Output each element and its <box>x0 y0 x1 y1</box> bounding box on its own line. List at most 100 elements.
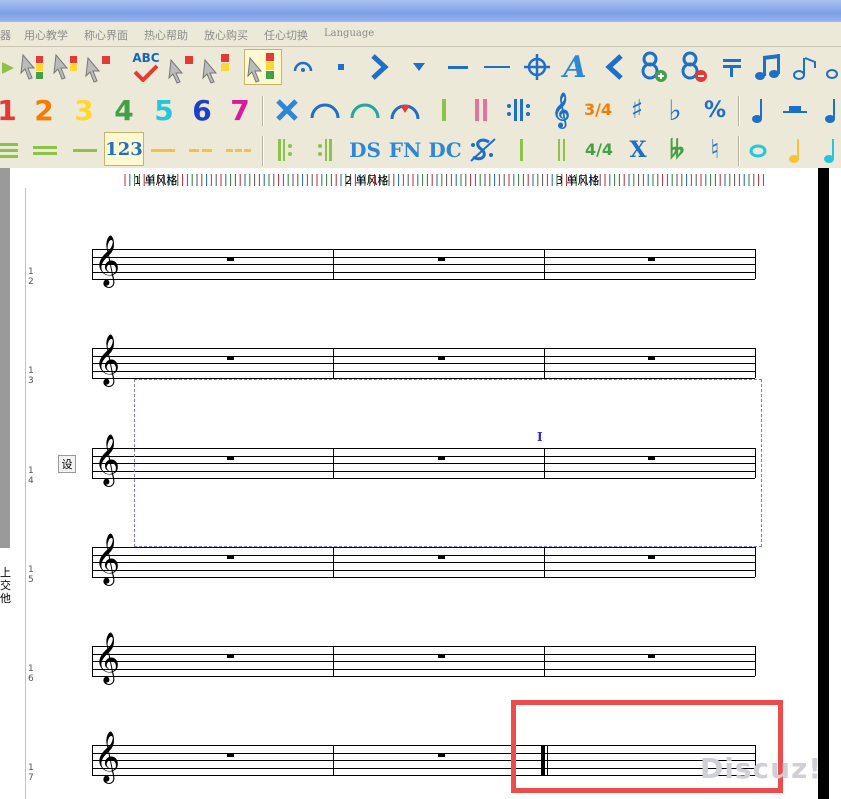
whole-rest[interactable] <box>438 753 445 757</box>
whole-rest[interactable] <box>438 654 445 658</box>
whole-rest[interactable] <box>227 753 234 757</box>
barline[interactable] <box>333 348 334 378</box>
flat-icon[interactable]: ♭ <box>660 90 690 130</box>
whole-rest[interactable] <box>648 555 655 559</box>
repeat-end-icon[interactable] <box>312 130 340 170</box>
menu-item-interface[interactable]: 称心界面 <box>84 27 128 43</box>
phrase-slur-icon[interactable] <box>388 90 422 130</box>
number-2-button[interactable]: 2 <box>30 90 58 130</box>
long-tenuto-icon[interactable] <box>482 47 512 87</box>
repeat-both-icon[interactable] <box>504 90 534 130</box>
whole-rest[interactable] <box>438 356 445 360</box>
barline[interactable] <box>333 249 334 279</box>
time-sig-4-4-button[interactable]: 4/4 <box>582 130 616 170</box>
thin-double-bar-icon[interactable] <box>552 130 572 170</box>
number-5-button[interactable]: 5 <box>150 90 178 130</box>
fn-button[interactable]: FN <box>388 130 422 170</box>
tenuto-icon[interactable] <box>444 47 472 87</box>
text-tool-icon[interactable]: A <box>558 47 592 87</box>
barline[interactable] <box>333 547 334 577</box>
tie-icon[interactable] <box>308 90 342 130</box>
barline[interactable] <box>92 547 93 577</box>
repeat-start-icon[interactable] <box>272 130 300 170</box>
percent-button[interactable]: % <box>698 90 732 130</box>
pointer-red-icon[interactable] <box>166 47 198 87</box>
barline[interactable] <box>92 745 93 775</box>
whole-rest[interactable] <box>438 257 445 261</box>
tremolo-icon[interactable] <box>718 47 746 87</box>
barline[interactable] <box>333 745 334 775</box>
eighth-note-icon[interactable] <box>822 90 841 130</box>
barline[interactable] <box>544 249 545 279</box>
barline[interactable] <box>333 646 334 676</box>
whole-rest[interactable] <box>227 555 234 559</box>
double-bar-icon[interactable] <box>470 90 494 130</box>
double-line-icon[interactable] <box>28 130 62 170</box>
number-6-button[interactable]: 6 <box>188 90 216 130</box>
set-button[interactable]: 设 <box>58 455 76 473</box>
whole-rest[interactable] <box>648 257 655 261</box>
barline[interactable] <box>755 249 756 279</box>
thin-bar-icon[interactable] <box>512 130 532 170</box>
delete-x-icon[interactable] <box>272 90 302 130</box>
selection-box[interactable] <box>134 379 762 547</box>
menu-item-purchase[interactable]: 放心购买 <box>204 27 248 43</box>
menu-item-tools[interactable]: 器 <box>0 27 11 43</box>
vertical-scrollbar[interactable] <box>829 168 841 799</box>
note-cyan-icon[interactable] <box>820 130 841 170</box>
slur-icon[interactable] <box>348 90 382 130</box>
barline[interactable] <box>92 348 93 378</box>
crescendo-left-icon[interactable] <box>600 47 630 87</box>
number-4-button[interactable]: 4 <box>110 90 138 130</box>
time-sig-3-4-button[interactable]: 3/4 <box>582 90 614 130</box>
note-partial-icon[interactable] <box>822 47 841 87</box>
ruler-measure-2[interactable]: 2 单风格 <box>345 172 389 188</box>
staccato-icon[interactable] <box>328 47 354 87</box>
dash-long-icon[interactable] <box>148 130 178 170</box>
whole-note-icon[interactable] <box>744 130 772 170</box>
barline[interactable] <box>755 547 756 577</box>
spellcheck-icon[interactable]: ABC <box>128 47 164 87</box>
dash-double-icon[interactable] <box>186 130 216 170</box>
ruler-measure-1[interactable]: 1 单风格 <box>134 172 178 188</box>
natural-icon[interactable]: ♮ <box>700 130 730 170</box>
triple-line-icon[interactable] <box>0 130 20 170</box>
whole-rest[interactable] <box>648 654 655 658</box>
barline[interactable] <box>544 348 545 378</box>
double-flat-icon[interactable]: 𝄫 <box>660 130 694 170</box>
number-1-button[interactable]: 1 <box>0 90 17 130</box>
menu-item-teaching[interactable]: 用心教学 <box>24 27 68 43</box>
pointer-yellow-icon[interactable] <box>200 47 236 87</box>
whole-rest[interactable] <box>227 654 234 658</box>
fermata-icon[interactable] <box>290 47 316 87</box>
sharp-icon[interactable]: ♯ <box>622 90 652 130</box>
single-line-icon[interactable] <box>68 130 102 170</box>
barline[interactable] <box>92 448 93 478</box>
half-rest-icon[interactable] <box>780 90 810 130</box>
note-color-tool-icon[interactable] <box>20 47 50 87</box>
add-note-icon[interactable] <box>636 47 670 87</box>
double-sharp-button[interactable]: X <box>624 130 652 170</box>
pointer-tool-icon[interactable] <box>0 47 20 87</box>
menu-item-language[interactable]: Language <box>324 28 374 39</box>
number-3-button[interactable]: 3 <box>70 90 98 130</box>
whole-rest[interactable] <box>438 555 445 559</box>
treble-clef-icon[interactable]: 𝄞 <box>546 90 576 130</box>
red-pointer-icon[interactable] <box>84 47 114 87</box>
beamed-notes-icon[interactable] <box>752 47 782 87</box>
pointer-traffic-icon[interactable] <box>244 49 282 85</box>
barline[interactable] <box>92 646 93 676</box>
whole-rest[interactable] <box>227 356 234 360</box>
menu-item-help[interactable]: 热心帮助 <box>144 27 188 43</box>
remove-note-icon[interactable] <box>676 47 710 87</box>
dash-triple-icon[interactable] <box>224 130 254 170</box>
segno-icon[interactable] <box>466 130 500 170</box>
barline[interactable] <box>92 249 93 279</box>
half-note-yellow-icon[interactable] <box>782 130 810 170</box>
ruler-measure-3[interactable]: 3 单风格 <box>556 172 600 188</box>
multi-pointer-icon[interactable] <box>52 47 82 87</box>
marcato-down-icon[interactable] <box>406 47 432 87</box>
barline[interactable] <box>544 646 545 676</box>
accent-icon[interactable] <box>364 47 394 87</box>
ds-button[interactable]: DS <box>348 130 382 170</box>
